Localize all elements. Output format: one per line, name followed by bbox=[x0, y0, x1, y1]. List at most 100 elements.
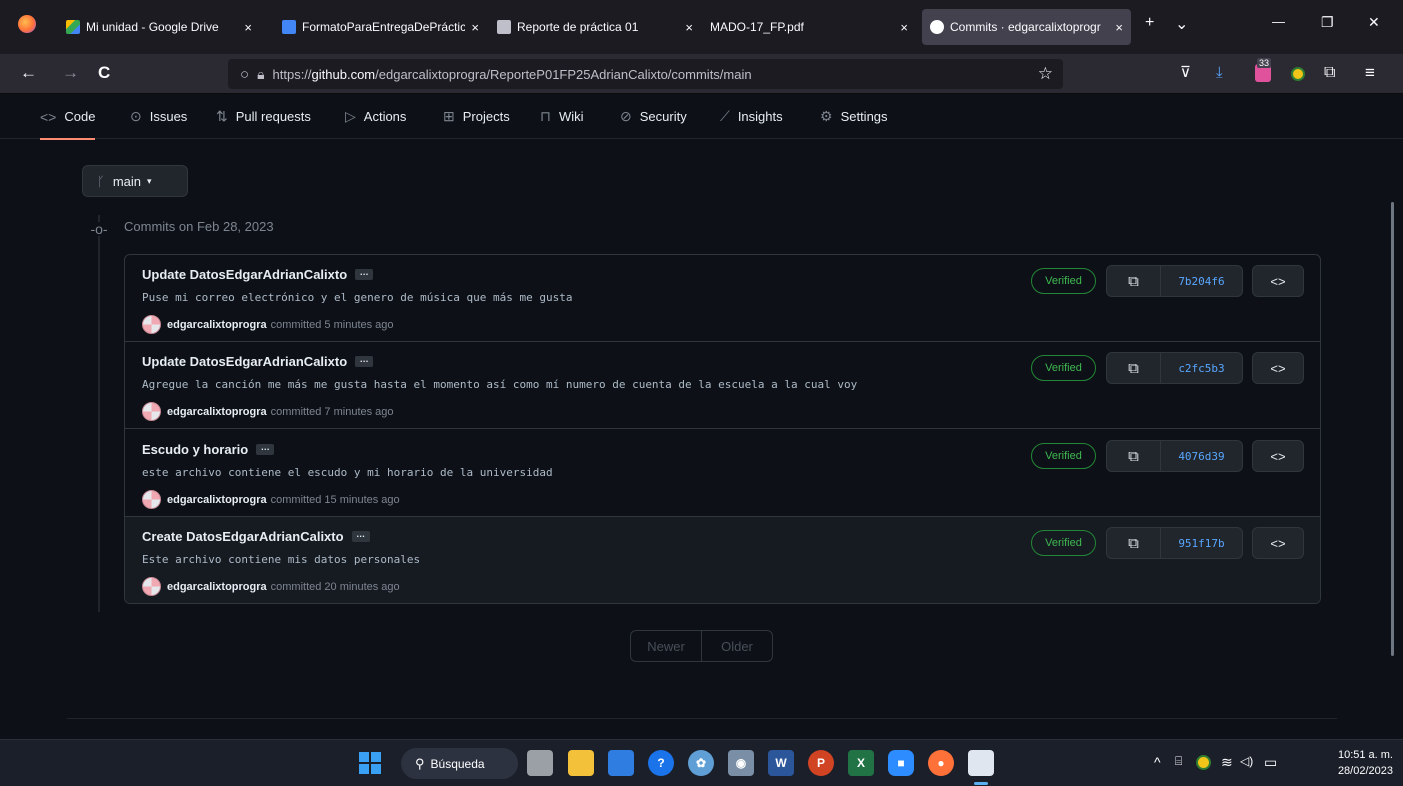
expand-message-button[interactable]: … bbox=[355, 268, 374, 280]
powerpoint-icon[interactable]: P bbox=[808, 750, 834, 776]
expand-message-button[interactable]: … bbox=[355, 355, 374, 367]
tab-security[interactable]: ⊘ Security bbox=[620, 94, 687, 139]
task-view-icon[interactable] bbox=[527, 750, 553, 776]
start-button[interactable] bbox=[357, 750, 383, 776]
commit-sha-link[interactable]: 4076d39 bbox=[1161, 441, 1242, 471]
battery-icon[interactable]: ▭ bbox=[1264, 754, 1277, 771]
tab-wiki[interactable]: ⊓ Wiki bbox=[540, 94, 583, 139]
graph-icon: ⟋ bbox=[720, 108, 730, 124]
sha-button-group: ⧉ 951f17b bbox=[1106, 527, 1243, 559]
commit-sha-link[interactable]: 7b204f6 bbox=[1161, 266, 1242, 296]
avatar[interactable] bbox=[142, 577, 161, 596]
firefox-view-icon[interactable] bbox=[18, 15, 36, 33]
new-tab-button[interactable]: + bbox=[1145, 14, 1154, 32]
commit-title-link[interactable]: Update DatosEdgarAdrianCalixto bbox=[142, 354, 347, 369]
avatar[interactable] bbox=[142, 315, 161, 334]
taskbar-search[interactable]: ⚲ Búsqueda bbox=[401, 748, 518, 779]
app-menu-icon[interactable]: ≡ bbox=[1365, 63, 1375, 83]
snipping-tool-icon[interactable] bbox=[968, 750, 994, 776]
taskbar-clock[interactable]: 10:51 a. m. 28/02/2023 bbox=[1338, 747, 1393, 779]
commit-title-link[interactable]: Escudo y horario bbox=[142, 442, 248, 457]
close-tab-icon[interactable]: × bbox=[471, 20, 479, 35]
tab-title: Reporte de práctica 01 bbox=[517, 20, 639, 34]
close-tab-icon[interactable]: × bbox=[685, 20, 693, 35]
tray-app-icon[interactable] bbox=[1196, 755, 1211, 770]
tab-google-drive[interactable]: Mi unidad - Google Drive × bbox=[58, 9, 260, 45]
verified-badge[interactable]: Verified bbox=[1031, 530, 1096, 556]
author-link[interactable]: edgarcalixtoprogra bbox=[167, 494, 267, 506]
commit-time: committed 7 minutes ago bbox=[270, 405, 394, 418]
verified-badge[interactable]: Verified bbox=[1031, 355, 1096, 381]
file-explorer-icon[interactable] bbox=[568, 750, 594, 776]
back-button[interactable]: ← bbox=[20, 63, 37, 83]
verified-badge[interactable]: Verified bbox=[1031, 443, 1096, 469]
store-icon[interactable] bbox=[608, 750, 634, 776]
commit-sha-link[interactable]: 951f17b bbox=[1161, 528, 1242, 558]
help-icon[interactable]: ? bbox=[648, 750, 674, 776]
browse-repo-code-icon[interactable]: <> bbox=[1252, 527, 1304, 559]
author-link[interactable]: edgarcalixtoprogra bbox=[167, 406, 267, 418]
close-tab-icon[interactable]: × bbox=[1115, 20, 1123, 35]
copy-icon[interactable]: ⧉ bbox=[1107, 441, 1161, 471]
avatar[interactable] bbox=[142, 490, 161, 509]
window-close-button[interactable]: ✕ bbox=[1368, 14, 1380, 31]
close-tab-icon[interactable]: × bbox=[900, 20, 908, 35]
tracking-protection-icon[interactable]: ○ bbox=[240, 66, 249, 83]
url-bar[interactable]: ○ 🔒︎ https://github.com/edgarcalixtoprog… bbox=[228, 59, 1063, 89]
author-link[interactable]: edgarcalixtoprogra bbox=[167, 319, 267, 331]
download-icon[interactable]: ⤓ bbox=[1216, 63, 1223, 83]
excel-icon[interactable]: X bbox=[848, 750, 874, 776]
bookmark-star-icon[interactable]: ☆ bbox=[1038, 64, 1053, 84]
expand-message-button[interactable]: … bbox=[351, 530, 370, 542]
branch-select-button[interactable]: ᚴ main ▾ bbox=[82, 165, 188, 197]
copy-icon[interactable]: ⧉ bbox=[1107, 528, 1161, 558]
copy-icon[interactable]: ⧉ bbox=[1107, 266, 1161, 296]
copy-icon[interactable]: ⧉ bbox=[1107, 353, 1161, 383]
author-link[interactable]: edgarcalixtoprogra bbox=[167, 581, 267, 593]
scrollbar[interactable] bbox=[1391, 202, 1394, 656]
browse-repo-code-icon[interactable]: <> bbox=[1252, 265, 1304, 297]
tab-projects[interactable]: ⊞ Projects bbox=[443, 94, 510, 139]
caret-down-icon: ▾ bbox=[147, 175, 152, 186]
commit-title-link[interactable]: Create DatosEdgarAdrianCalixto bbox=[142, 529, 344, 544]
pocket-icon[interactable]: ⊽ bbox=[1180, 63, 1191, 83]
word-icon[interactable]: W bbox=[768, 750, 794, 776]
commit-sha-link[interactable]: c2fc5b3 bbox=[1161, 353, 1242, 383]
browse-repo-code-icon[interactable]: <> bbox=[1252, 440, 1304, 472]
extensions-puzzle-icon[interactable]: ⧉ bbox=[1324, 63, 1335, 83]
tab-formato[interactable]: FormatoParaEntregaDePráctic × bbox=[274, 9, 487, 45]
forward-button[interactable]: → bbox=[62, 63, 79, 83]
minimize-button[interactable]: — bbox=[1272, 14, 1285, 29]
close-tab-icon[interactable]: × bbox=[244, 20, 252, 35]
older-button[interactable]: Older bbox=[702, 631, 772, 661]
camera-icon[interactable]: ◉ bbox=[728, 750, 754, 776]
expand-message-button[interactable]: … bbox=[256, 443, 275, 455]
input-indicator-icon[interactable]: ⌸ bbox=[1175, 754, 1182, 769]
tab-issues[interactable]: ⊙ Issues bbox=[130, 94, 187, 139]
tab-github-commits[interactable]: Commits · edgarcalixtoprogr × bbox=[922, 9, 1131, 45]
reload-button[interactable]: C bbox=[98, 63, 110, 83]
tray-chevron-icon[interactable]: ^ bbox=[1154, 754, 1161, 770]
avatar[interactable] bbox=[142, 402, 161, 421]
list-all-tabs-icon[interactable]: ⌄ bbox=[1175, 14, 1188, 34]
tab-insights[interactable]: ⟋ Insights bbox=[720, 94, 783, 139]
firefox-icon[interactable]: ● bbox=[928, 750, 954, 776]
verified-badge[interactable]: Verified bbox=[1031, 268, 1096, 294]
wifi-icon[interactable]: ≋ bbox=[1221, 754, 1233, 771]
volume-icon[interactable]: ◁) bbox=[1240, 754, 1253, 768]
restore-button[interactable]: ❐ bbox=[1321, 14, 1334, 31]
newer-button[interactable]: Newer bbox=[631, 631, 702, 661]
browse-repo-code-icon[interactable]: <> bbox=[1252, 352, 1304, 384]
settings-icon[interactable]: ✿ bbox=[688, 750, 714, 776]
tab-reporte[interactable]: Reporte de práctica 01 × bbox=[489, 9, 701, 45]
tab-actions[interactable]: ▷ Actions bbox=[345, 94, 406, 139]
tab-settings[interactable]: ⚙ Settings bbox=[820, 94, 888, 139]
lock-icon[interactable]: 🔒︎ bbox=[257, 66, 264, 83]
tab-code[interactable]: <> Code bbox=[40, 94, 96, 140]
commit-title-link[interactable]: Update DatosEdgarAdrianCalixto bbox=[142, 267, 347, 282]
extension-yellow-icon[interactable] bbox=[1291, 67, 1305, 81]
zoom-icon[interactable]: ■ bbox=[888, 750, 914, 776]
tab-mado-pdf[interactable]: MADO-17_FP.pdf × bbox=[702, 9, 916, 45]
commit-message: Puse mi correo electrónico y el genero d… bbox=[142, 291, 573, 304]
tab-pull-requests[interactable]: ⇅ Pull requests bbox=[216, 94, 311, 139]
